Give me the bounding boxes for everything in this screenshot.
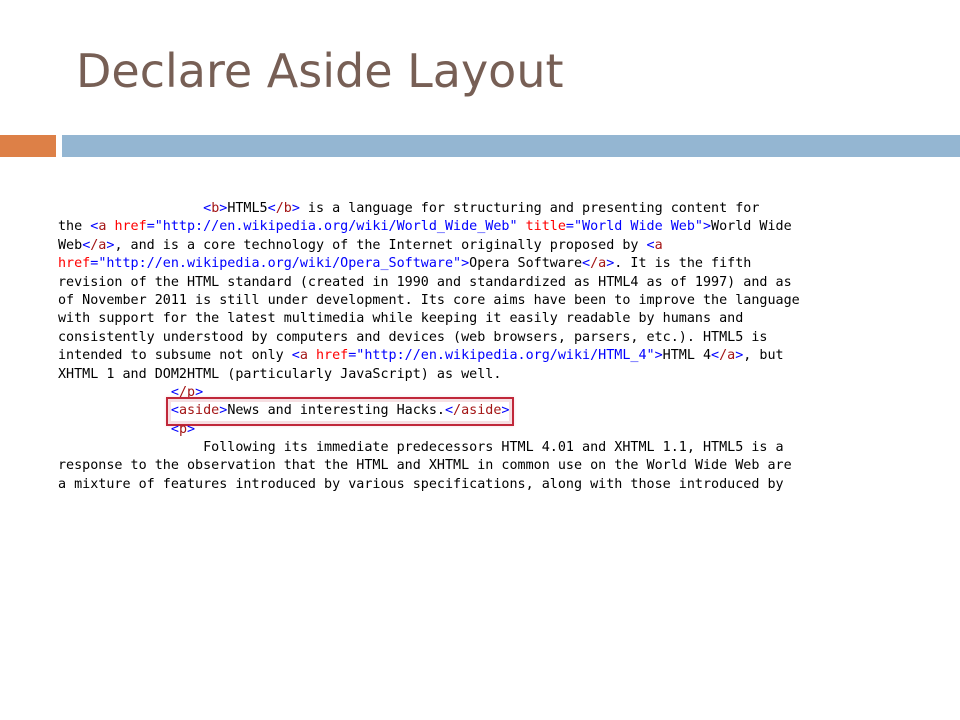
code-line-4: href="http://en.wikipedia.org/wiki/Opera… (58, 256, 752, 272)
aside-highlight-box: <aside>News and interesting Hacks.</asid… (165, 397, 515, 426)
code-line-7: with support for the latest multimedia w… (58, 311, 744, 327)
code-listing: <b>HTML5</b> is a language for structuri… (58, 200, 928, 494)
code-line-15: response to the observation that the HTM… (58, 458, 792, 474)
accent-bar-orange (0, 135, 56, 157)
accent-bar-blue (62, 135, 960, 157)
code-line-14: Following its immediate predecessors HTM… (58, 440, 784, 456)
code-line-8: consistently understood by computers and… (58, 329, 768, 345)
code-line-13: <p> (170, 421, 196, 437)
code-line-6: of November 2011 is still under developm… (58, 292, 800, 308)
code-line-1: <b>HTML5</b> is a language for structuri… (203, 201, 760, 216)
code-line-9: intended to subsume not only <a href="ht… (58, 348, 784, 364)
code-line-5: revision of the HTML standard (created i… (58, 274, 792, 290)
slide-title: Declare Aside Layout (76, 44, 564, 98)
code-line-3: Web</a>, and is a core technology of the… (58, 237, 663, 253)
code-line-10: XHTML 1 and DOM2HTML (particularly JavaS… (58, 366, 502, 382)
code-line-11: </p> (170, 384, 204, 400)
code-line-16: a mixture of features introduced by vari… (58, 476, 784, 492)
code-line-2: the <a href="http://en.wikipedia.org/wik… (58, 219, 792, 235)
code-line-12: <aside>News and interesting Hacks.</asid… (58, 397, 928, 426)
